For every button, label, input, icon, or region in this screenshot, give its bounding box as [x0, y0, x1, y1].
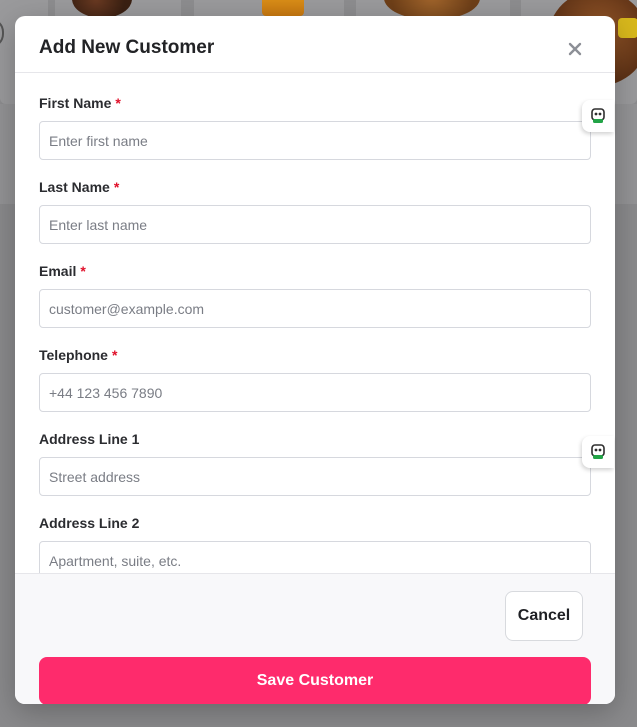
assistant-widget[interactable] [582, 436, 614, 468]
last-name-label: Last Name * [39, 179, 120, 195]
first-name-label: First Name * [39, 95, 121, 111]
address-line-2-input[interactable] [39, 541, 591, 573]
juice-image [262, 0, 304, 16]
robot-assistant-icon [591, 108, 605, 123]
address-line-1-field: Address Line 1 [39, 429, 591, 496]
assistant-widget[interactable] [582, 100, 614, 132]
modal-footer: Cancel Save Customer [15, 573, 615, 704]
close-icon [568, 42, 582, 56]
telephone-field: Telephone * [39, 345, 591, 412]
required-marker: * [115, 95, 121, 111]
robot-assistant-icon [591, 444, 605, 459]
last-name-field: Last Name * [39, 177, 591, 244]
address-line-1-input[interactable] [39, 457, 591, 496]
email-label: Email * [39, 263, 86, 279]
cheese-image [618, 18, 637, 38]
last-name-input[interactable] [39, 205, 591, 244]
save-customer-button[interactable]: Save Customer [39, 657, 591, 704]
required-marker: * [80, 263, 86, 279]
first-name-field: First Name * [39, 93, 591, 160]
address-line-1-label: Address Line 1 [39, 431, 140, 447]
modal-title: Add New Customer [39, 37, 215, 58]
address-line-2-label: Address Line 2 [39, 515, 140, 531]
email-input[interactable] [39, 289, 591, 328]
add-customer-modal: Add New Customer First Name* Last Name* … [15, 16, 615, 704]
telephone-label: Telephone * [39, 347, 118, 363]
telephone-input[interactable] [39, 373, 591, 412]
modal-body[interactable]: First Name* Last Name* Email* Telephone*… [15, 73, 615, 573]
modal-header: Add New Customer [15, 16, 615, 73]
close-button[interactable] [564, 38, 586, 60]
required-marker: * [111, 347, 118, 363]
required-marker: * [113, 179, 120, 195]
email-field: Email * [39, 261, 591, 328]
cancel-button[interactable]: Cancel [505, 591, 583, 641]
first-name-input[interactable] [39, 121, 591, 160]
address-line-2-field: Address Line 2 [39, 513, 591, 573]
